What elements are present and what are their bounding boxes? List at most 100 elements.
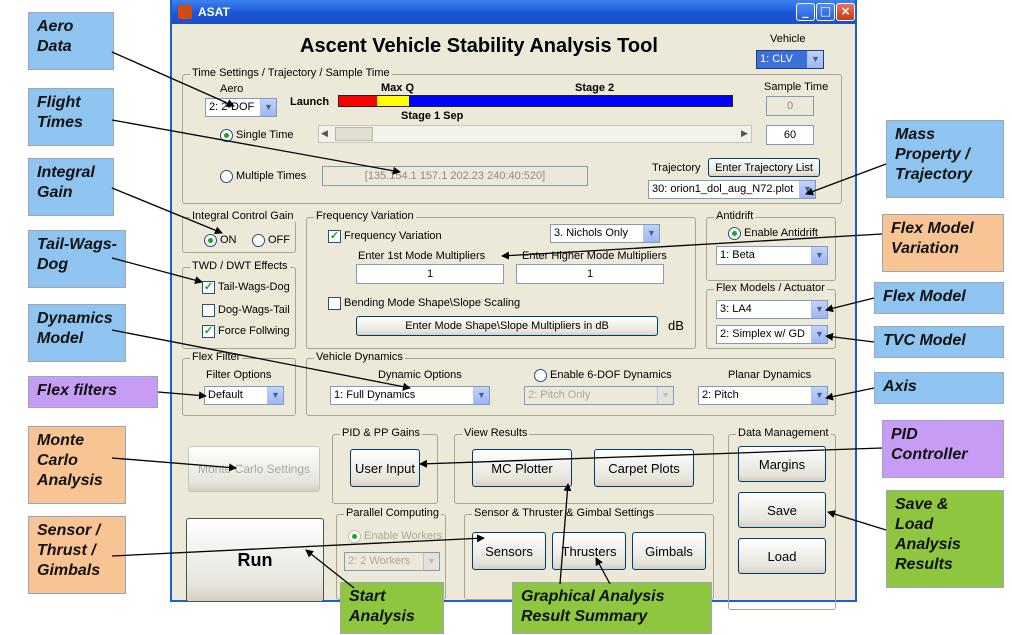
workers-select-value: 2: 2 Workers xyxy=(348,555,411,567)
carpet-plots-button[interactable]: Carpet Plots xyxy=(594,449,694,487)
actuator-select-value: 2: Simplex w/ GD xyxy=(720,328,805,340)
force-following-checkbox[interactable]: ✓ xyxy=(202,325,215,338)
maximize-icon[interactable]: □ xyxy=(816,3,835,21)
flex-filter-select[interactable]: Default ▼ xyxy=(204,386,284,405)
multiple-times-radio[interactable] xyxy=(220,170,233,183)
antidrift-group-label: Antidrift xyxy=(714,210,756,222)
bending-mode-label: Bending Mode Shape\Slope Scaling xyxy=(344,297,521,309)
flex-model-select-value: 3: LA4 xyxy=(720,303,752,315)
multiple-times-field[interactable]: [135.154.1 157.1 202.23 240:40:520] xyxy=(322,166,588,186)
workers-select[interactable]: 2: 2 Workers ▼ xyxy=(344,552,440,571)
run-button[interactable]: Run xyxy=(186,518,324,602)
pid-gains-group-label: PID & PP Gains xyxy=(340,427,423,439)
chevron-down-icon: ▼ xyxy=(643,225,659,242)
dog-wags-tail-checkbox[interactable] xyxy=(202,304,215,317)
sensors-button[interactable]: Sensors xyxy=(472,532,546,570)
margins-button[interactable]: Margins xyxy=(738,446,826,482)
mc-plotter-button[interactable]: MC Plotter xyxy=(472,449,572,487)
callout-axis: Axis xyxy=(874,372,1004,404)
dynamic-options-label: Dynamic Options xyxy=(378,369,462,381)
callout-flex-model-variation: Flex Model Variation xyxy=(882,214,1004,272)
planar-dynamics-select-value: 2: Pitch xyxy=(702,389,739,401)
flex-model-select[interactable]: 3: LA4 ▼ xyxy=(716,300,828,319)
flex-filter-group-label: Flex Filter xyxy=(190,351,243,363)
callout-flex-filters: Flex filters xyxy=(28,376,158,408)
integral-on-radio[interactable] xyxy=(204,234,217,247)
callout-pid-controller: PID Controller xyxy=(882,420,1004,478)
flex-filter-select-value: Default xyxy=(208,389,243,401)
launch-label: Launch xyxy=(290,96,330,108)
aero-select[interactable]: 2: 2-DOF ▼ xyxy=(205,98,277,117)
close-icon[interactable]: × xyxy=(836,3,855,21)
trajectory-select[interactable]: 30: orion1_dol_aug_N72.plot ▼ xyxy=(648,180,816,199)
chevron-down-icon: ▼ xyxy=(473,387,489,404)
frequency-variation-group-label: Frequency Variation xyxy=(314,210,416,222)
bending-mode-checkbox[interactable] xyxy=(328,297,341,310)
view-results-group-label: View Results xyxy=(462,427,530,439)
frequency-variation-label: Frequency Variation xyxy=(344,230,442,242)
enable-workers-radio[interactable] xyxy=(348,530,361,543)
mode-shape-multipliers-button[interactable]: Enter Mode Shape\Slope Multipliers in dB xyxy=(356,316,658,336)
chevron-down-icon: ▼ xyxy=(811,326,827,343)
data-management-group-label: Data Management xyxy=(736,427,831,439)
nichols-select[interactable]: 3. Nichols Only ▼ xyxy=(550,224,660,243)
callout-tvc-model: TVC Model xyxy=(874,326,1004,358)
frequency-variation-checkbox[interactable]: ✓ xyxy=(328,230,341,243)
single-time-radio[interactable] xyxy=(220,129,233,142)
six-dof-radio[interactable] xyxy=(534,369,547,382)
trajectory-label: Trajectory xyxy=(652,162,701,174)
chevron-down-icon: ▼ xyxy=(423,553,439,570)
single-time-label: Single Time xyxy=(236,129,294,141)
actuator-select[interactable]: 2: Simplex w/ GD ▼ xyxy=(716,325,828,344)
chevron-down-icon: ▼ xyxy=(267,387,283,404)
planar-dynamics-select[interactable]: 2: Pitch ▼ xyxy=(698,386,828,405)
save-button[interactable]: Save xyxy=(738,492,826,528)
higher-mode-field[interactable]: 1 xyxy=(516,264,664,284)
tail-wags-dog-checkbox[interactable]: ✓ xyxy=(202,281,215,294)
arrow-left-icon[interactable]: ◀ xyxy=(321,128,328,139)
dynamic-options-select-value: 1: Full Dynamics xyxy=(334,389,416,401)
six-dof-select[interactable]: 2: Pitch Only ▼ xyxy=(524,386,674,405)
force-following-label: Force Follwing xyxy=(218,325,290,337)
thrusters-button[interactable]: Thrusters xyxy=(552,532,626,570)
slider-thumb[interactable] xyxy=(335,127,373,141)
enable-antidrift-label: Enable Antidrift xyxy=(744,227,818,239)
time-value-field[interactable]: 60 xyxy=(766,125,814,145)
vehicle-label: Vehicle xyxy=(770,33,806,45)
monte-carlo-settings-button[interactable]: Monte Carlo Settings xyxy=(188,446,320,492)
user-input-button[interactable]: User Input xyxy=(350,449,420,487)
load-button[interactable]: Load xyxy=(738,538,826,574)
window-title: ASAT xyxy=(198,5,230,19)
chevron-down-icon: ▼ xyxy=(811,387,827,404)
vehicle-dynamics-group-label: Vehicle Dynamics xyxy=(314,351,405,363)
callout-mass-property: Mass Property / Trajectory xyxy=(886,120,1004,198)
first-mode-field[interactable]: 1 xyxy=(356,264,504,284)
aero-label: Aero xyxy=(220,83,244,95)
dynamic-options-select[interactable]: 1: Full Dynamics ▼ xyxy=(330,386,490,405)
aero-select-value: 2: 2-DOF xyxy=(209,101,255,113)
callout-start-analysis: Start Analysis xyxy=(340,582,444,634)
callout-sensor-thrust: Sensor / Thrust / Gimbals xyxy=(28,516,126,594)
antidrift-select[interactable]: 1: Beta ▼ xyxy=(716,246,828,265)
stage-2-label: Stage 2 xyxy=(575,82,615,94)
enter-trajectory-list-button[interactable]: Enter Trajectory List xyxy=(708,158,820,177)
arrow-right-icon[interactable]: ▶ xyxy=(741,128,748,139)
chevron-down-icon: ▼ xyxy=(657,387,673,404)
filter-options-label: Filter Options xyxy=(206,369,272,381)
callout-flex-model: Flex Model xyxy=(874,282,1004,314)
timeline-maxq-segment xyxy=(377,96,409,106)
higher-mode-label: Enter Higher Mode Multipliers xyxy=(522,250,667,262)
vehicle-select[interactable]: 1: CLV ▼ xyxy=(756,50,824,69)
time-settings-group-label: Time Settings / Trajectory / Sample Time xyxy=(190,67,392,79)
integral-off-radio[interactable] xyxy=(252,234,265,247)
enable-antidrift-radio[interactable] xyxy=(728,227,741,240)
sample-time-field[interactable]: 0 xyxy=(766,96,814,116)
asat-window: ASAT _ □ × Ascent Vehicle Stability Anal… xyxy=(170,0,857,610)
time-slider[interactable]: ◀ ▶ xyxy=(318,125,752,143)
callout-flight-times: Flight Times xyxy=(28,88,114,146)
callout-tail-wags-dog: Tail-Wags- Dog xyxy=(28,230,126,288)
title-bar[interactable]: ASAT _ □ × xyxy=(172,0,855,24)
gimbals-button[interactable]: Gimbals xyxy=(632,532,706,570)
minimize-icon[interactable]: _ xyxy=(796,3,815,21)
flight-timeline-bar xyxy=(338,95,733,107)
